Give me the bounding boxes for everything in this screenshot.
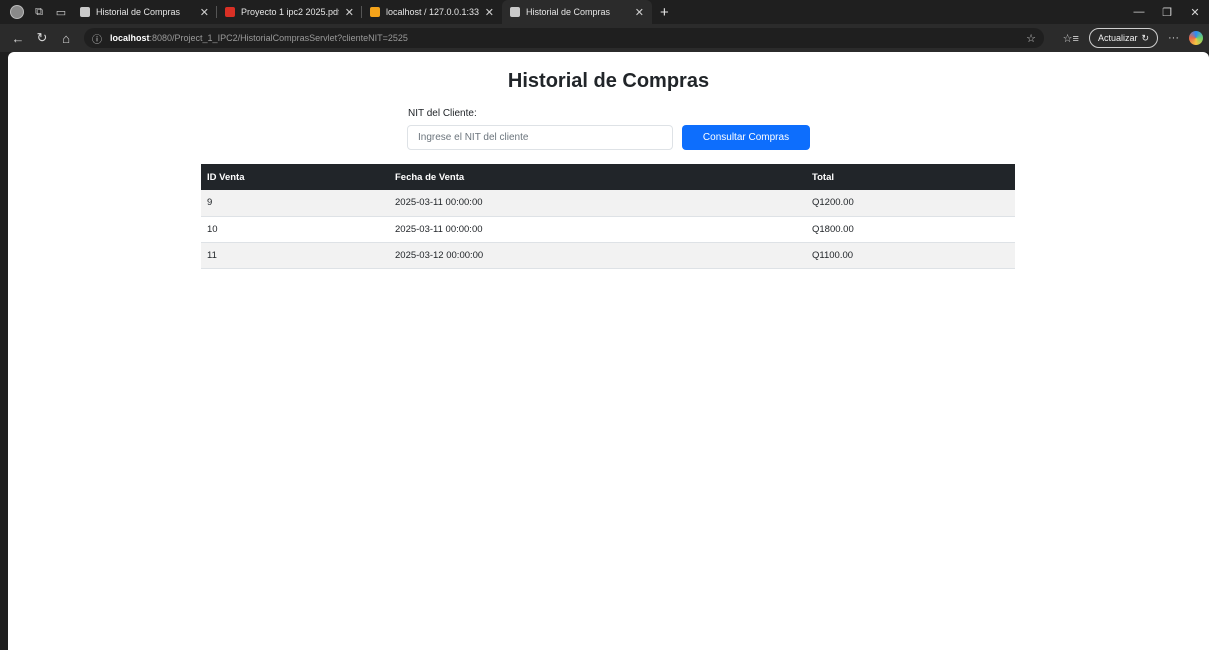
avatar xyxy=(10,5,24,19)
cell-fecha-venta: 2025-03-11 00:00:00 xyxy=(395,197,483,209)
table-row: 9 2025-03-11 00:00:00 Q1200.00 xyxy=(201,190,1015,216)
cell-fecha-venta: 2025-03-12 00:00:00 xyxy=(395,249,484,261)
tab-title: Historial de Compras xyxy=(526,7,611,17)
workspaces-icon[interactable]: ⧉ xyxy=(28,2,50,22)
consultar-compras-button[interactable]: Consultar Compras xyxy=(682,125,810,150)
close-icon[interactable]: ✕ xyxy=(345,6,354,19)
browser-tab-active[interactable]: Historial de Compras ✕ xyxy=(502,0,652,24)
phpmyadmin-icon xyxy=(370,7,380,17)
home-icon[interactable]: ⌂ xyxy=(54,31,78,46)
cell-id-venta: 9 xyxy=(207,197,213,209)
page-title: Historial de Compras xyxy=(507,70,710,92)
page-icon xyxy=(510,7,520,17)
toolbar-right: ☆≡ Actualizar ↻ ··· xyxy=(1063,28,1203,48)
cell-id-venta: 11 xyxy=(207,249,217,261)
nit-label: NIT del Cliente: xyxy=(408,108,477,119)
cell-total: Q1100.00 xyxy=(812,249,854,261)
url-text: localhost:8080/Project_1_IPC2/HistorialC… xyxy=(110,33,408,43)
nit-input[interactable] xyxy=(407,125,673,150)
table-header-row: ID Venta Fecha de Venta Total xyxy=(201,164,1015,190)
cell-fecha-venta: 2025-03-11 00:00:00 xyxy=(395,223,483,235)
close-icon[interactable]: ✕ xyxy=(200,6,209,19)
tab-title: localhost / 127.0.0.1:3310 / comp xyxy=(386,7,479,17)
refresh-icon[interactable]: ↻ xyxy=(30,30,54,46)
back-icon[interactable]: ← xyxy=(6,31,30,46)
update-icon: ↻ xyxy=(1141,32,1149,43)
profile-icon[interactable] xyxy=(6,2,28,22)
tab-title: Proyecto 1 ipc2 2025.pdf xyxy=(241,7,339,17)
table-row: 10 2025-03-11 00:00:00 Q1800.00 xyxy=(201,216,1015,242)
tab-strip: ⧉ ▭ Historial de Compras ✕ Proyecto 1 ip… xyxy=(0,0,1209,24)
favorites-icon[interactable]: ☆≡ xyxy=(1063,32,1079,45)
tab-actions-icon[interactable]: ▭ xyxy=(50,2,72,22)
browser-tab[interactable]: localhost / 127.0.0.1:3310 / comp ✕ xyxy=(362,0,502,24)
page-icon xyxy=(80,7,90,17)
window-controls: — ❐ ✕ xyxy=(1125,0,1209,24)
cell-id-venta: 10 xyxy=(207,223,218,235)
column-header-total: Total xyxy=(812,171,834,183)
new-tab-icon[interactable]: + xyxy=(652,4,677,21)
purchases-table: ID Venta Fecha de Venta Total 9 2025-03-… xyxy=(201,164,1015,269)
window-close-icon[interactable]: ✕ xyxy=(1181,0,1209,24)
pdf-icon xyxy=(225,7,235,17)
url-field[interactable]: ⓘ localhost:8080/Project_1_IPC2/Historia… xyxy=(84,28,1044,48)
close-icon[interactable]: ✕ xyxy=(635,6,644,19)
copilot-icon[interactable] xyxy=(1189,31,1203,45)
restore-icon[interactable]: ❐ xyxy=(1153,0,1181,24)
address-bar-row: ← ↻ ⌂ ⓘ localhost:8080/Project_1_IPC2/Hi… xyxy=(0,24,1209,52)
more-menu-icon[interactable]: ··· xyxy=(1168,32,1179,44)
minimize-icon[interactable]: — xyxy=(1125,0,1153,24)
page-viewport: Historial de Compras NIT del Cliente: Co… xyxy=(8,52,1209,650)
column-header-id-venta: ID Venta xyxy=(207,171,245,183)
cell-total: Q1800.00 xyxy=(812,223,854,235)
column-header-fecha-venta: Fecha de Venta xyxy=(395,171,465,183)
update-button[interactable]: Actualizar ↻ xyxy=(1088,28,1158,48)
tab-title: Historial de Compras xyxy=(96,7,181,17)
browser-tab[interactable]: Historial de Compras ✕ xyxy=(72,0,217,24)
cell-total: Q1200.00 xyxy=(812,197,854,209)
update-button-label: Actualizar xyxy=(1097,33,1138,43)
close-icon[interactable]: ✕ xyxy=(485,6,494,19)
favorite-star-icon[interactable]: ☆ xyxy=(1026,32,1036,45)
browser-tab[interactable]: Proyecto 1 ipc2 2025.pdf ✕ xyxy=(217,0,362,24)
info-icon[interactable]: ⓘ xyxy=(92,31,102,46)
table-row: 11 2025-03-12 00:00:00 Q1100.00 xyxy=(201,242,1015,268)
